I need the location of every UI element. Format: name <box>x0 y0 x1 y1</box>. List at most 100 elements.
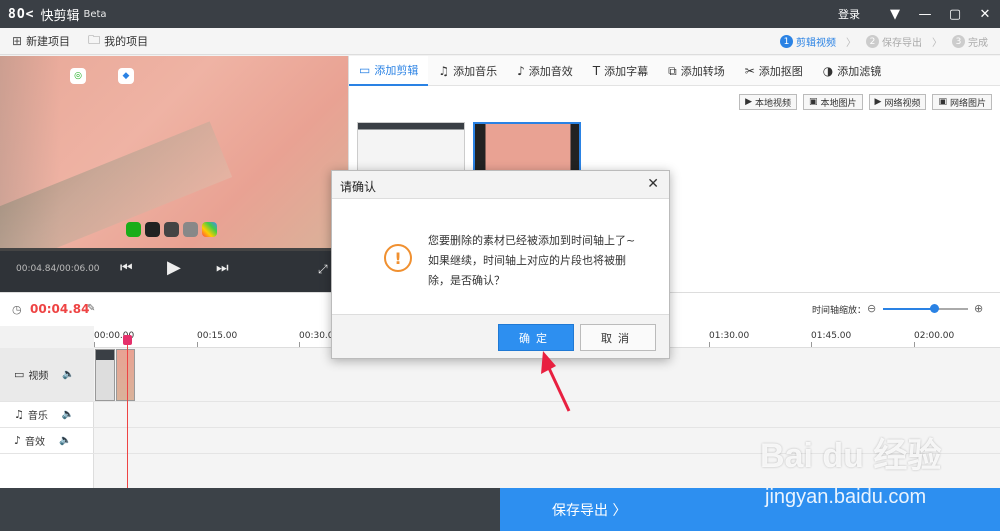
baidu-watermark-url: jingyan.baidu.com <box>765 486 927 508</box>
menu-dropdown-icon[interactable]: ▼ <box>880 0 910 28</box>
zoom-label: 时间轴缩放： <box>812 306 867 316</box>
cancel-button[interactable]: 取消 <box>580 324 656 351</box>
track-music[interactable]: ♫ 音乐 🔈 <box>0 401 94 427</box>
chevron-right-icon: 〉 <box>932 38 942 49</box>
ruler-tick <box>197 342 198 347</box>
close-icon[interactable]: ✕ <box>647 176 659 192</box>
save-export-label: 保存导出 〉 <box>552 502 627 519</box>
tab-bar: ▭ 添加剪辑 ♫ 添加音乐 ♪ 添加音效 T 添加字幕 ⧉ 添加转场 ✂ 添加抠… <box>349 56 1000 86</box>
local-video-button[interactable]: ▶ 本地视频 <box>739 94 797 110</box>
minimize-icon[interactable]: — <box>910 0 940 28</box>
my-projects-button[interactable]: 🗀 我的项目 <box>88 31 148 52</box>
step-number: 3 <box>952 35 965 48</box>
login-link[interactable]: 登录 <box>838 6 860 22</box>
material-thumbnail[interactable] <box>357 122 465 172</box>
local-image-button[interactable]: ▣ 本地图片 <box>803 94 863 110</box>
pencil-icon[interactable]: ✎ <box>87 303 95 314</box>
source-label: 网络图片 <box>949 98 986 109</box>
confirm-button[interactable]: 确定 <box>498 324 574 351</box>
tab-add-filter[interactable]: ◑ 添加滤镜 <box>813 56 891 86</box>
sound-effect-icon: ♪ <box>14 433 22 447</box>
source-label: 网络视频 <box>884 98 921 109</box>
desktop-app-icon: ◆ <box>118 68 134 84</box>
step-label: 保存导出 <box>882 38 922 49</box>
ruler-tick-label: 02:00.00 <box>914 331 955 341</box>
zoom-out-icon[interactable]: ⊖ <box>867 302 876 315</box>
app-logo: 8O< 快剪辑 Beta <box>8 5 107 24</box>
chevron-right-icon: 〉 <box>846 38 856 49</box>
step-done: 3 完成 <box>952 34 988 49</box>
dialog-message: 您要删除的素材已经被添加到时间轴上了~如果继续，时间轴上对应的片段也将被删除，是… <box>428 234 636 287</box>
online-image-button[interactable]: ▣ 网络图片 <box>932 94 992 110</box>
timeline-clip[interactable] <box>95 349 115 401</box>
settings-icon <box>183 222 198 237</box>
step-indicator: 1 剪辑视频 〉 2 保存导出 〉 3 完成 <box>780 28 988 55</box>
speaker-icon[interactable]: 🔈 <box>62 409 74 420</box>
zoom-in-icon[interactable]: ⊕ <box>974 302 983 315</box>
maximize-icon[interactable]: ▢ <box>940 0 970 28</box>
qq-icon <box>145 222 160 237</box>
tab-label: 添加抠图 <box>758 65 803 78</box>
zoom-slider-handle[interactable] <box>930 304 939 313</box>
new-project-button[interactable]: ⊞ 新建项目 <box>12 33 70 49</box>
zoom-slider[interactable] <box>883 304 968 313</box>
sound-effect-icon: ♪ <box>517 64 525 78</box>
tab-add-transition[interactable]: ⧉ 添加转场 <box>658 56 735 86</box>
ruler-tick <box>709 342 710 347</box>
step-label: 完成 <box>968 38 988 49</box>
ruler-tick-label: 01:30.00 <box>709 331 750 341</box>
playhead-handle[interactable] <box>123 335 132 345</box>
tab-add-clip[interactable]: ▭ 添加剪辑 <box>349 56 429 86</box>
track-sound-effect[interactable]: ♪ 音效 🔈 <box>0 427 94 453</box>
step-edit: 1 剪辑视频 <box>780 34 836 49</box>
previous-icon[interactable]: ⏮ <box>120 260 133 276</box>
play-icon[interactable]: ▶ <box>167 257 181 278</box>
next-icon[interactable]: ⏭ <box>216 260 229 276</box>
logo-mark: 8O< <box>8 6 35 22</box>
ruler-tick <box>914 342 915 347</box>
ruler-tick <box>94 342 95 347</box>
step-number: 1 <box>780 35 793 48</box>
video-preview[interactable]: ◎ ◆ <box>0 56 348 248</box>
video-icon: ▭ <box>359 63 371 77</box>
tab-label: 添加音效 <box>528 65 573 78</box>
menu-bar: ⊞ 新建项目 🗀 我的项目 1 剪辑视频 〉 2 保存导出 〉 3 完成 <box>0 28 1000 55</box>
progress-track[interactable] <box>0 248 348 251</box>
tab-add-cutout[interactable]: ✂ 添加抠图 <box>735 56 813 86</box>
online-video-button[interactable]: ▶ 网络视频 <box>868 94 927 110</box>
title-bar: 8O< 快剪辑 Beta 登录 ▼ — ▢ ✕ <box>0 0 1000 28</box>
music-icon: ♫ <box>438 64 450 78</box>
camera-icon <box>164 222 179 237</box>
track-video[interactable]: ▭ 视频 🔈 <box>0 348 94 401</box>
zoom-slider-fill <box>883 308 934 310</box>
ruler-tick <box>299 342 300 347</box>
desktop-app-icon: ◎ <box>70 68 86 84</box>
tab-add-music[interactable]: ♫ 添加音乐 <box>428 56 507 86</box>
track-label: 视频 <box>28 371 49 382</box>
source-label: 本地图片 <box>820 98 857 109</box>
tab-add-subtitle[interactable]: T 添加字幕 <box>583 56 658 86</box>
tab-label: 添加转场 <box>680 65 725 78</box>
playback-time: 00:04.84/00:06.00 <box>16 264 100 274</box>
source-label: 本地视频 <box>754 98 791 109</box>
app-badge: Beta <box>83 8 107 20</box>
player-controls: 00:04.84/00:06.00 ⏮ ▶ ⏭ ⤢ <box>0 248 348 292</box>
close-icon[interactable]: ✕ <box>970 0 1000 28</box>
fullscreen-icon[interactable]: ⤢ <box>318 262 328 277</box>
folder-icon: 🗀 <box>88 32 101 47</box>
music-icon: ♫ <box>14 407 24 421</box>
bottom-bar <box>0 488 500 531</box>
ruler-tick <box>811 342 812 347</box>
tab-add-sound-effect[interactable]: ♪ 添加音效 <box>507 56 583 86</box>
new-project-label: 新建项目 <box>26 35 71 48</box>
speaker-icon[interactable]: 🔈 <box>62 369 74 380</box>
timeline-clip[interactable] <box>116 349 135 401</box>
playhead[interactable] <box>127 337 128 489</box>
speaker-icon[interactable]: 🔈 <box>59 435 71 446</box>
material-thumbnail-selected[interactable] <box>473 122 581 172</box>
confirm-dialog: 请确认 ✕ ! 您要删除的素材已经被添加到时间轴上了~如果继续，时间轴上对应的片… <box>331 170 670 359</box>
tab-label: 添加字幕 <box>604 65 649 78</box>
video-icon: ▶ <box>874 97 882 107</box>
preview-dock <box>126 222 217 242</box>
image-icon: ▣ <box>938 97 947 107</box>
